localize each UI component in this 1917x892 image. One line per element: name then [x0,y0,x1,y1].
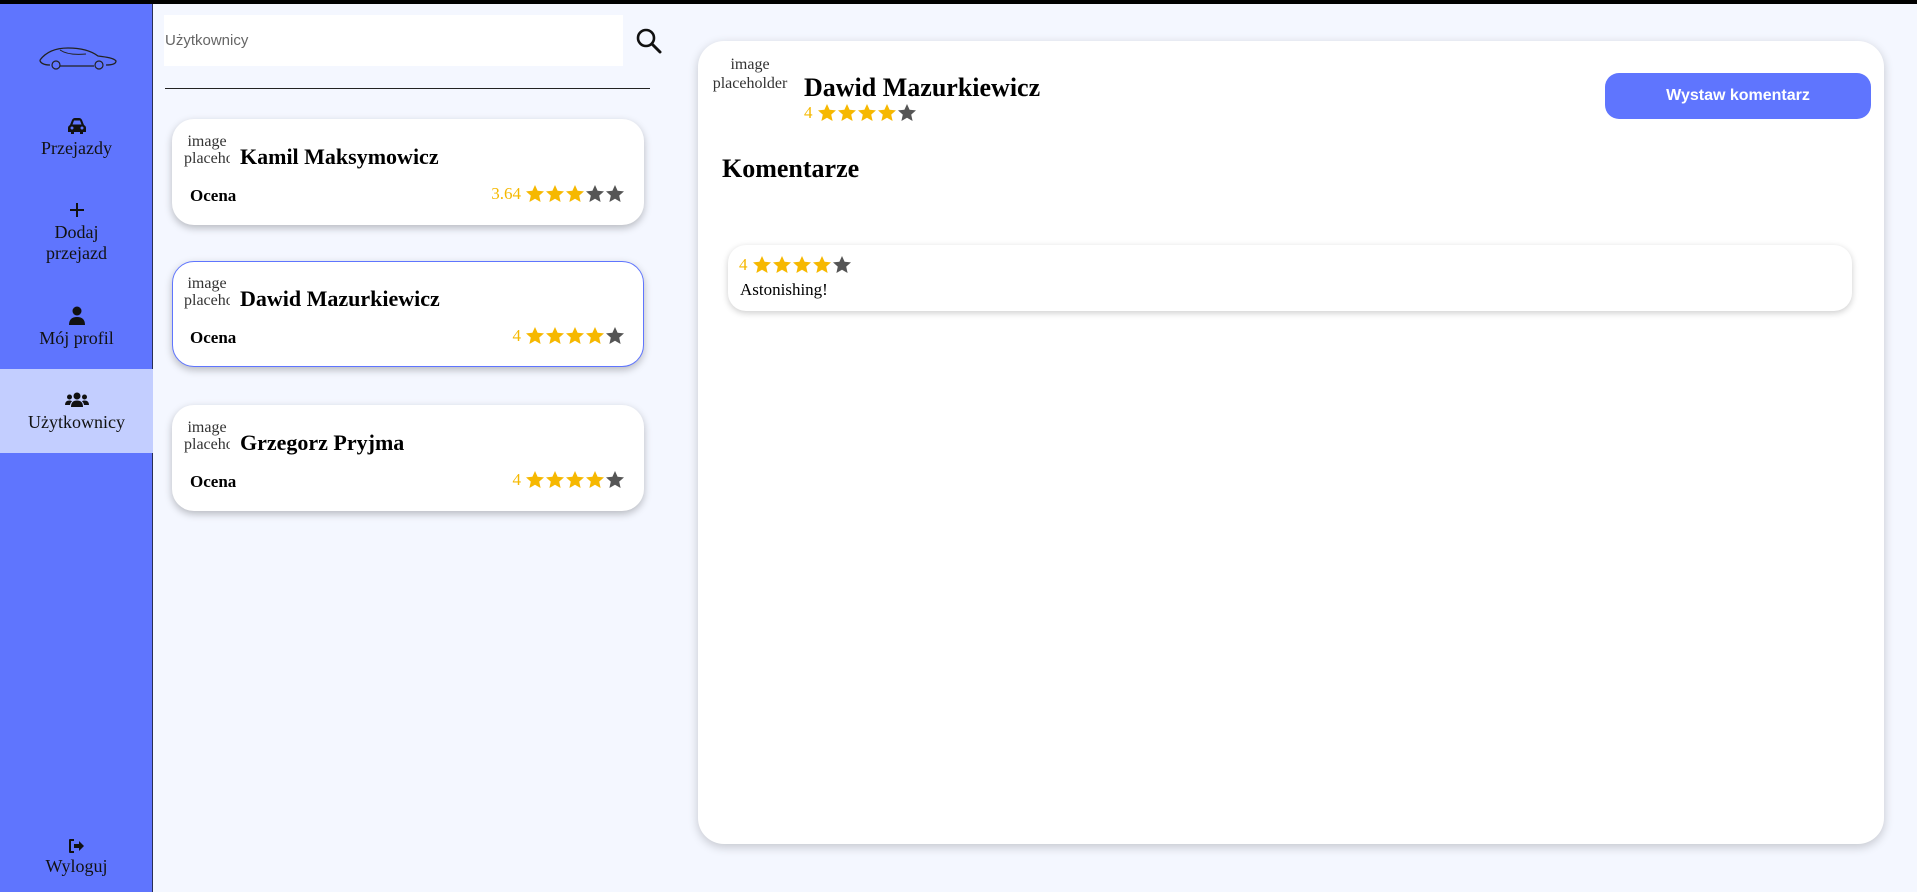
star-rating [525,184,625,204]
star-filled-icon [586,327,604,344]
star-filled-icon [857,104,876,121]
sidebar-item-label: Użytkownicy [28,411,125,432]
star-empty-icon [832,256,851,273]
user-icon [68,306,85,325]
profile-name: Dawid Mazurkiewicz [804,73,1041,102]
users-icon [64,392,89,407]
sidebar-item-dodaj-przejazd[interactable]: Dodaj przejazd [0,200,153,270]
comment-rating: 4 [739,255,852,275]
user-rating: 3.64 [491,184,625,204]
star-filled-icon [526,327,544,344]
profile-rating: 4 [804,103,917,123]
star-filled-icon [526,185,544,202]
user-rating: 4 [513,470,626,490]
add-comment-button[interactable]: Wystaw komentarz [1605,73,1871,119]
star-filled-icon [792,256,811,273]
user-name: Dawid Mazurkiewicz [240,286,440,311]
divider [165,88,650,89]
rating-label: Ocena [190,472,237,491]
star-filled-icon [772,256,791,273]
rating-label: Ocena [190,186,237,205]
star-filled-icon [812,256,831,273]
star-empty-icon [606,471,624,488]
search-icon[interactable] [635,27,663,55]
avatar: image placeholder [184,275,230,309]
star-empty-icon [606,185,624,202]
user-card[interactable]: image placeholder Dawid Mazurkiewicz Oce… [172,261,644,367]
plus-icon [69,203,84,217]
rating-value: 4 [804,103,813,122]
profile-panel: image placeholder Dawid Mazurkiewicz 4 W… [698,41,1884,844]
star-filled-icon [877,104,896,121]
sign-out-icon [68,839,84,853]
search-input[interactable] [164,15,623,66]
star-rating [752,255,852,275]
sidebar-item-label: Dodaj przejazd [46,222,107,263]
sidebar-item-label: Przejazdy [41,138,112,158]
sidebar-item-przejazdy[interactable]: Przejazdy [0,116,153,168]
sidebar: Przejazdy Dodaj przejazd Mój profil Użyt… [0,4,153,892]
star-rating [817,103,917,123]
star-filled-icon [817,104,836,121]
star-rating [525,470,625,490]
user-card[interactable]: image placeholder Grzegorz Pryjma Ocena … [172,405,644,511]
star-filled-icon [837,104,856,121]
star-filled-icon [546,185,564,202]
star-empty-icon [897,104,916,121]
star-empty-icon [606,327,624,344]
star-filled-icon [546,471,564,488]
rating-label: Ocena [190,328,237,347]
rating-value: 4 [512,470,522,489]
comments-title: Komentarze [722,154,860,183]
user-name: Grzegorz Pryjma [240,430,405,455]
rating-value: 4 [739,255,748,274]
logout-label: Wyloguj [45,856,108,876]
star-filled-icon [566,185,584,202]
profile-avatar: image placeholder [712,56,788,92]
sidebar-item-moj-profil[interactable]: Mój profil [0,306,153,358]
star-rating [525,326,625,346]
car-logo-icon [39,47,117,70]
user-card[interactable]: image placeholder Kamil Maksymowicz Ocen… [172,119,644,225]
star-empty-icon [586,185,604,202]
sidebar-item-label: Mój profil [39,328,114,348]
rating-value: 4 [512,326,522,345]
comment-card: 4 Astonishing! [728,245,1852,311]
car-icon [67,118,86,134]
window-top-bar [0,0,1917,4]
sidebar-item-uzytkownicy[interactable]: Użytkownicy [0,369,153,453]
star-filled-icon [546,327,564,344]
avatar: image placeholder [184,419,230,453]
star-filled-icon [752,256,771,273]
logout-button[interactable]: Wyloguj [0,836,153,877]
user-name: Kamil Maksymowicz [240,144,439,169]
comment-text: Astonishing! [740,280,828,299]
star-filled-icon [586,471,604,488]
star-filled-icon [566,471,584,488]
rating-value: 3.64 [491,184,521,203]
avatar: image placeholder [184,133,230,167]
star-filled-icon [566,327,584,344]
user-rating: 4 [513,326,626,346]
star-filled-icon [526,471,544,488]
